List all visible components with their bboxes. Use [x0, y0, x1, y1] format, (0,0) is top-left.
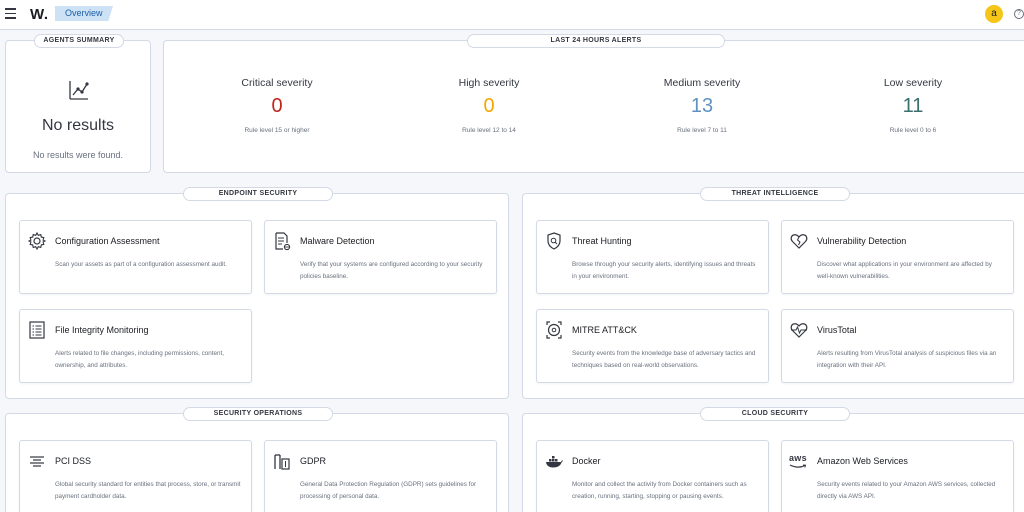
alert-value: 0 — [271, 95, 283, 117]
aws-icon-text: aws — [789, 453, 807, 463]
card-malware-detection[interactable]: Malware Detection Verify that your syste… — [264, 220, 497, 294]
security-operations-panel: SECURITY OPERATIONS PCI DSS Global secur… — [5, 407, 509, 512]
alert-value: 0 — [483, 95, 495, 117]
alerts-panel-title: LAST 24 HOURS ALERTS — [467, 34, 725, 48]
card-description: Monitor and collect the activity from Do… — [572, 481, 747, 500]
threat-intelligence-title: THREAT INTELLIGENCE — [700, 187, 850, 201]
target-icon — [546, 321, 562, 339]
gear-icon — [27, 231, 47, 251]
malware-icon — [275, 232, 291, 251]
card-title: Threat Hunting — [572, 236, 632, 246]
card-title: MITRE ATT&CK — [572, 325, 637, 335]
layers-icon — [30, 456, 44, 467]
card-title: Amazon Web Services — [817, 456, 908, 466]
card-description: Browse through your security alerts, ide… — [572, 261, 756, 280]
endpoint-security-title: ENDPOINT SECURITY — [183, 187, 333, 201]
card-vulnerability-detection[interactable]: Vulnerability Detection Discover what ap… — [781, 220, 1014, 294]
security-operations-title: SECURITY OPERATIONS — [183, 407, 333, 421]
cloud-security-title: CLOUD SECURITY — [700, 407, 850, 421]
file-list-icon — [29, 321, 45, 339]
card-title: File Integrity Monitoring — [55, 325, 149, 335]
card-description: Discover what applications in your envir… — [817, 261, 992, 280]
alert-value: 13 — [690, 95, 714, 117]
card-threat-hunting[interactable]: Threat Hunting Browse through your secur… — [536, 220, 769, 294]
card-description: Alerts related to file changes, includin… — [55, 350, 225, 369]
heart-icon — [790, 234, 808, 249]
card-description: Security events related to your Amazon A… — [817, 481, 996, 500]
breadcrumb-overview[interactable]: Overview — [55, 6, 113, 21]
alert-rule: Rule level 15 or higher — [244, 127, 310, 134]
alert-label: Low severity — [883, 77, 943, 89]
card-gdpr[interactable]: GDPR General Data Protection Regulation … — [264, 440, 497, 512]
threat-intelligence-panel: THREAT INTELLIGENCE Threat Hunting Brows… — [522, 187, 1024, 399]
alert-rule: Rule level 7 to 11 — [677, 127, 727, 134]
aws-smile-icon — [789, 464, 807, 468]
user-avatar[interactable]: a — [985, 5, 1003, 23]
card-virustotal[interactable]: VirusTotal Alerts resulting from VirusTo… — [781, 309, 1014, 383]
no-results-subtitle: No results were found. — [32, 150, 124, 160]
agents-summary-title: AGENTS SUMMARY — [34, 34, 124, 48]
cloud-security-panel: CLOUD SECURITY Docker Monitor and collec… — [522, 407, 1024, 512]
agents-summary-panel: AGENTS SUMMARY No results No results wer… — [5, 34, 151, 173]
endpoint-security-panel: ENDPOINT SECURITY Configuration Assessme… — [5, 187, 509, 399]
card-description: General Data Protection Regulation (GDPR… — [300, 481, 477, 500]
no-results-title: No results — [41, 117, 115, 134]
alert-rule: Rule level 0 to 6 — [889, 127, 937, 134]
help-icon[interactable]: ? — [1014, 9, 1024, 19]
card-title: VirusTotal — [817, 325, 857, 335]
card-description: Global security standard for entities th… — [55, 481, 241, 500]
top-bar: W. Overview a ? — [0, 0, 1024, 30]
hamburger-menu-icon[interactable] — [5, 8, 16, 20]
chart-line-icon — [69, 81, 89, 100]
building-icon — [274, 454, 290, 470]
card-pci-dss[interactable]: PCI DSS Global security standard for ent… — [19, 440, 252, 512]
card-title: GDPR — [300, 456, 327, 466]
card-description: Verify that your systems are configured … — [300, 261, 483, 280]
app-logo[interactable]: W. — [30, 6, 49, 23]
alert-label: High severity — [458, 77, 520, 89]
card-title: Vulnerability Detection — [817, 236, 907, 246]
alert-label: Medium severity — [663, 77, 741, 89]
card-description: Alerts resulting from VirusTotal analysi… — [817, 350, 997, 369]
aws-icon: aws — [789, 451, 809, 471]
card-mitre-attack[interactable]: MITRE ATT&CK Security events from the kn… — [536, 309, 769, 383]
card-title: Docker — [572, 456, 601, 466]
docker-icon — [546, 456, 563, 468]
card-description: Security events from the knowledge base … — [572, 350, 756, 369]
card-title: PCI DSS — [55, 456, 92, 466]
card-file-integrity-monitoring[interactable]: File Integrity Monitoring Alerts related… — [19, 309, 252, 383]
pulse-heart-icon — [790, 323, 808, 338]
shield-search-icon — [547, 232, 561, 250]
card-configuration-assessment[interactable]: Configuration Assessment Scan your asset… — [19, 220, 252, 294]
card-docker[interactable]: Docker Monitor and collect the activity … — [536, 440, 769, 512]
alerts-panel: LAST 24 HOURS ALERTS Critical severity 0… — [163, 34, 1024, 173]
alert-value: 11 — [902, 95, 924, 117]
card-title: Configuration Assessment — [55, 236, 160, 246]
alert-label: Critical severity — [241, 77, 313, 89]
card-description: Scan your assets as part of a configurat… — [55, 261, 227, 268]
card-amazon-web-services[interactable]: aws Amazon Web Services Security events … — [781, 440, 1014, 512]
card-title: Malware Detection — [300, 236, 375, 246]
alert-rule: Rule level 12 to 14 — [462, 127, 516, 134]
